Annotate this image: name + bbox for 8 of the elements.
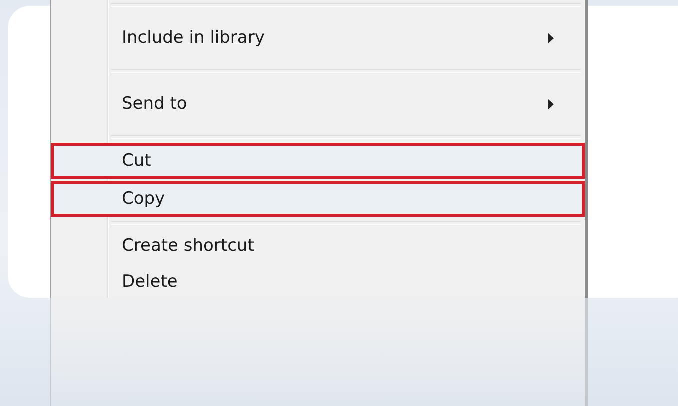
menu-item[interactable]: Cut [51,143,585,179]
submenu-arrow-icon [548,32,554,44]
menu-item[interactable]: Create shortcut [51,228,585,264]
menu-item[interactable]: Delete [51,264,585,300]
menu-item[interactable]: Send to [51,76,585,132]
menu-item[interactable]: Include in library [51,10,585,66]
menu-item[interactable]: Copy [51,181,585,217]
submenu-arrow-icon [548,98,554,110]
